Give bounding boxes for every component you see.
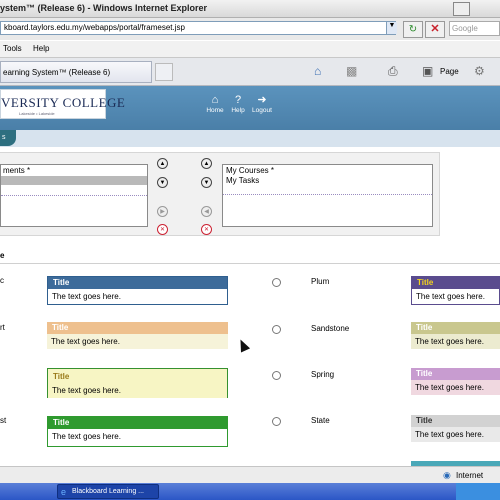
- list-item-selected[interactable]: [1, 176, 147, 185]
- menu-bar: Tools Help: [0, 41, 500, 58]
- taskbar-button[interactable]: e Blackboard Learning ...: [57, 484, 159, 499]
- section-header: e: [0, 251, 500, 264]
- header-help-link[interactable]: ? Help: [226, 94, 250, 114]
- move-left-icon[interactable]: ◀: [201, 206, 212, 217]
- header-home-link[interactable]: ⌂ Home: [203, 94, 227, 114]
- scheme-label: c: [0, 276, 4, 285]
- scheme-sample[interactable]: Title The text goes here.: [411, 276, 500, 305]
- address-bar-row: kboard.taylors.edu.my/webapps/portal/fra…: [0, 18, 500, 40]
- window-title-bar: ystem™ (Release 6) - Windows Internet Ex…: [0, 0, 500, 18]
- scheme-label: Sandstone: [311, 324, 350, 333]
- new-tab-button[interactable]: [155, 63, 173, 81]
- gear-icon[interactable]: ⚙: [474, 64, 485, 78]
- portal-tab[interactable]: s: [0, 130, 16, 146]
- scheme-label: Spring: [311, 370, 335, 379]
- scheme-radio[interactable]: [272, 278, 281, 287]
- refresh-icon[interactable]: ↻: [403, 21, 423, 38]
- address-input[interactable]: kboard.taylors.edu.my/webapps/portal/fra…: [0, 21, 396, 35]
- scheme-sample[interactable]: Title The text goes here.: [411, 415, 500, 444]
- institution-logo: VERSITY COLLEGE Lakeside • Lakeside: [0, 89, 125, 119]
- scheme-radio[interactable]: [272, 325, 281, 334]
- menu-help[interactable]: Help: [33, 44, 49, 53]
- minimize-button[interactable]: [453, 2, 470, 16]
- scheme-sample[interactable]: Title The text goes here.: [47, 322, 228, 351]
- portal-tab-strip: s: [0, 130, 500, 147]
- move-right-icon[interactable]: ▶: [157, 206, 168, 217]
- globe-icon: ◉: [443, 470, 451, 480]
- status-bar: ◉ Internet: [0, 466, 500, 484]
- scheme-radio[interactable]: [272, 371, 281, 380]
- help-icon: ?: [234, 94, 242, 106]
- portal-header: VERSITY COLLEGE Lakeside • Lakeside ⌂ Ho…: [0, 86, 500, 130]
- header-logout-link[interactable]: ➜ Logout: [250, 94, 274, 114]
- scheme-label: State: [311, 416, 330, 425]
- windows-taskbar: e Blackboard Learning ...: [0, 483, 500, 500]
- move-up-icon[interactable]: ▲: [157, 158, 168, 169]
- right-module-list[interactable]: My Courses * My Tasks: [222, 164, 433, 227]
- scheme-radio[interactable]: [272, 417, 281, 426]
- scheme-label: Plum: [311, 277, 330, 286]
- print-icon[interactable]: ⎙: [388, 64, 398, 79]
- logo-text: VERSITY COLLEGE: [1, 95, 126, 110]
- window-title: ystem™ (Release 6) - Windows Internet Ex…: [0, 3, 207, 13]
- stop-icon[interactable]: ✕: [425, 21, 445, 38]
- browser-tab[interactable]: earning System™ (Release 6): [0, 61, 152, 83]
- scheme-label: st: [0, 416, 7, 425]
- move-up-right-icon[interactable]: ▲: [201, 158, 212, 169]
- list-divider: [223, 194, 432, 195]
- page-icon[interactable]: ▣: [422, 64, 433, 78]
- module-layout-panel: ments * ▲ ▼ ▶ ✕ ▲ ▼ ◀ ✕ My Courses * My …: [0, 152, 440, 236]
- menu-tools[interactable]: Tools: [3, 44, 22, 53]
- left-module-list[interactable]: ments *: [0, 164, 148, 227]
- move-down-icon[interactable]: ▼: [157, 177, 168, 188]
- remove-right-icon[interactable]: ✕: [201, 224, 212, 235]
- list-item[interactable]: My Tasks: [223, 176, 432, 185]
- scheme-sample[interactable]: Title The text goes here.: [47, 368, 228, 398]
- section-title: e: [0, 251, 5, 260]
- mouse-cursor-icon: [235, 337, 251, 353]
- scheme-label: rt: [0, 323, 5, 332]
- feeds-icon[interactable]: ▩: [346, 64, 357, 78]
- logo-subtext: Lakeside • Lakeside: [19, 111, 55, 116]
- zone-label: Internet: [456, 471, 484, 480]
- browser-tab-row: earning System™ (Release 6) ⌂ ▩ ⎙ ▣ Page…: [0, 58, 500, 86]
- ie-icon: e: [61, 487, 67, 497]
- page-menu[interactable]: Page: [440, 67, 459, 76]
- remove-left-icon[interactable]: ✕: [157, 224, 168, 235]
- home-icon[interactable]: ⌂: [314, 64, 321, 78]
- scheme-sample[interactable]: Title The text goes here.: [411, 368, 500, 397]
- system-tray: [456, 483, 500, 500]
- list-item[interactable]: My Courses *: [223, 165, 432, 176]
- list-divider: [1, 195, 147, 196]
- scheme-sample[interactable]: Title The text goes here.: [411, 322, 500, 351]
- home-icon: ⌂: [211, 94, 219, 106]
- address-dropdown-icon[interactable]: ▼: [386, 22, 397, 34]
- search-input[interactable]: Google: [449, 21, 500, 36]
- list-item[interactable]: ments *: [1, 165, 147, 176]
- move-down-right-icon[interactable]: ▼: [201, 177, 212, 188]
- scheme-sample[interactable]: Title The text goes here.: [47, 416, 228, 447]
- logout-icon: ➜: [257, 94, 267, 106]
- scheme-sample[interactable]: Title The text goes here.: [47, 276, 228, 305]
